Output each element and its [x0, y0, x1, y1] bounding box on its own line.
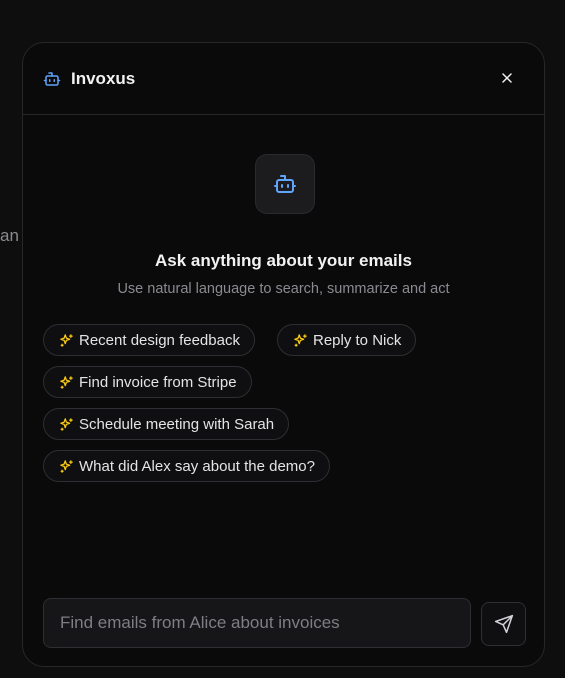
- close-button[interactable]: [496, 67, 518, 89]
- chat-input-wrapper: [43, 598, 471, 648]
- hero-title: Ask anything about your emails: [155, 251, 412, 270]
- hero-subtitle: Use natural language to search, summariz…: [117, 281, 450, 297]
- suggestion-chip[interactable]: Find invoice from Stripe: [43, 366, 252, 398]
- suggestion-label: Find invoice from Stripe: [79, 373, 237, 391]
- sparkles-icon: [58, 332, 74, 348]
- suggestion-label: Recent design feedback: [79, 331, 240, 349]
- chat-input[interactable]: [44, 599, 470, 647]
- send-icon: [494, 614, 514, 634]
- suggestion-label: Schedule meeting with Sarah: [79, 415, 275, 433]
- sparkles-icon: [58, 458, 74, 474]
- sparkles-icon: [58, 374, 74, 390]
- assistant-panel: Invoxus Ask anything about your emails U…: [22, 42, 545, 667]
- robot-icon: [43, 70, 61, 88]
- suggestion-label: What did Alex say about the demo?: [79, 457, 315, 475]
- panel-header: Invoxus: [23, 43, 544, 115]
- suggestion-chip[interactable]: Recent design feedback: [43, 324, 255, 356]
- suggestion-chip[interactable]: What did Alex say about the demo?: [43, 450, 330, 482]
- panel-title: Invoxus: [71, 68, 136, 88]
- suggestion-label: Reply to Nick: [313, 331, 402, 349]
- sparkles-icon: [58, 416, 74, 432]
- background-page-text: an: [0, 226, 19, 245]
- robot-icon: [273, 172, 297, 196]
- close-icon: [499, 70, 515, 86]
- suggestion-chip[interactable]: Reply to Nick: [277, 324, 417, 356]
- sparkles-icon: [292, 332, 308, 348]
- suggestion-chip[interactable]: Schedule meeting with Sarah: [43, 408, 290, 440]
- send-button[interactable]: [481, 602, 526, 646]
- hero-robot-badge: [255, 154, 315, 214]
